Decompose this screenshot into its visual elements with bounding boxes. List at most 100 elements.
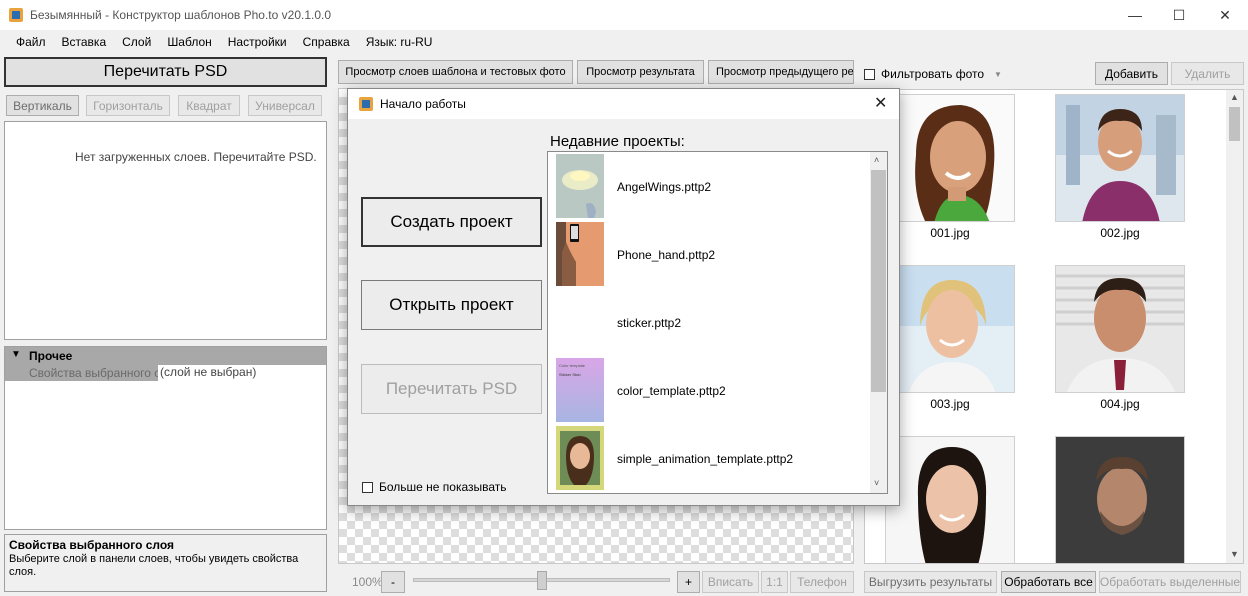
title-bar: Безымянный - Конструктор шаблонов Pho.to…	[0, 0, 1248, 30]
menu-language[interactable]: Язык: ru-RU	[358, 35, 441, 49]
export-results-button[interactable]: Выгрузить результаты	[864, 571, 997, 593]
help-box: Свойства выбранного слоя Выберите слой в…	[4, 534, 327, 592]
photo-thumbnail	[885, 94, 1015, 222]
recent-list-scrollbar[interactable]: ˄ ˅	[870, 152, 887, 493]
photo-thumbnail	[885, 265, 1015, 393]
maximize-button[interactable]: ☐	[1156, 0, 1202, 30]
menu-layer[interactable]: Слой	[114, 35, 159, 49]
photo-thumbnail	[1055, 94, 1185, 222]
recent-project-name: simple_animation_template.pttp2	[617, 452, 794, 466]
photo-list[interactable]: 001.jpg 002.jpg 003.jpg 004.jpg	[864, 89, 1244, 564]
menu-bar: Файл Вставка Слой Шаблон Настройки Справ…	[0, 30, 1248, 54]
recent-thumbnail	[556, 222, 604, 286]
scroll-down-icon[interactable]: ▼	[1230, 549, 1239, 559]
menu-help[interactable]: Справка	[295, 35, 358, 49]
zoom-out-button[interactable]: -	[381, 571, 405, 593]
process-selected-button[interactable]: Обработать выделенные	[1099, 571, 1241, 593]
tab-layers-preview[interactable]: Просмотр слоев шаблона и тестовых фото	[338, 60, 573, 84]
photo-item[interactable]	[885, 436, 1015, 563]
thumb-caption: Sticker Stub	[559, 372, 581, 377]
create-project-button[interactable]: Создать проект	[361, 197, 542, 247]
photo-item[interactable]: 001.jpg	[885, 94, 1015, 240]
photo-filename: 003.jpg	[930, 397, 970, 411]
dialog-reread-psd-button[interactable]: Перечитать PSD	[361, 364, 542, 414]
collapse-icon: ▼	[11, 349, 21, 360]
dialog-close-icon[interactable]: ✕	[874, 93, 887, 113]
add-photo-button[interactable]: Добавить	[1095, 62, 1168, 85]
menu-settings[interactable]: Настройки	[220, 35, 295, 49]
menu-insert[interactable]: Вставка	[54, 35, 115, 49]
photo-item[interactable]: 004.jpg	[1055, 265, 1185, 411]
props-group-header[interactable]: ▼ Прочее	[5, 347, 326, 365]
universal-button[interactable]: Универсал	[248, 95, 322, 116]
dialog-title: Начало работы	[380, 97, 466, 111]
recent-project-name: sticker.pttp2	[617, 316, 682, 330]
photo-thumbnail	[1055, 265, 1185, 393]
minimize-icon: —	[1128, 7, 1142, 23]
layers-panel[interactable]: Нет загруженных слоев. Перечитайте PSD.	[4, 121, 327, 340]
scroll-up-icon[interactable]: ▲	[1230, 92, 1239, 102]
remove-photo-button[interactable]: Удалить	[1171, 62, 1244, 85]
recent-project-item[interactable]: sticker.pttp2	[556, 290, 866, 356]
recent-thumbnail	[556, 426, 604, 490]
props-row-value[interactable]: (слой не выбран)	[158, 365, 326, 381]
scroll-up-icon[interactable]: ˄	[874, 155, 879, 165]
photo-thumbnail	[1055, 436, 1185, 563]
recent-project-item[interactable]: Phone_hand.pttp2	[556, 222, 866, 288]
fit-button[interactable]: Вписать	[702, 571, 759, 593]
recent-project-item[interactable]: Color template Sticker Stub color_templa…	[556, 358, 866, 424]
properties-grid[interactable]: ▼ Прочее Свойства выбранного сл (слой не…	[4, 346, 327, 530]
recent-thumbnail	[556, 290, 604, 354]
close-icon: ✕	[1219, 6, 1231, 23]
scroll-thumb[interactable]	[871, 170, 886, 392]
filter-checkbox[interactable]	[864, 68, 875, 80]
dont-show-again-toggle[interactable]: Больше не показывать	[362, 480, 507, 494]
thumb-caption: Color template	[559, 363, 586, 368]
close-button[interactable]: ✕	[1202, 0, 1248, 30]
recent-project-item[interactable]: AngelWings.pttp2	[556, 154, 866, 220]
help-text: Выберите слой в панели слоев, чтобы увид…	[9, 553, 299, 578]
dont-show-checkbox[interactable]	[362, 481, 373, 493]
recent-projects-list[interactable]: AngelWings.pttp2 Phone_hand.pttp2 sticke…	[547, 151, 888, 494]
menu-template[interactable]: Шаблон	[159, 35, 219, 49]
maximize-icon: ☐	[1172, 6, 1186, 23]
recent-project-item[interactable]: simple_animation_template.pttp2	[556, 426, 866, 492]
phone-button[interactable]: Телефон	[790, 571, 854, 593]
filter-label: Фильтровать фото	[881, 67, 985, 81]
square-button[interactable]: Квадрат	[178, 95, 240, 116]
dialog-app-icon	[358, 96, 374, 112]
dialog-title-bar: Начало работы ✕	[348, 89, 899, 119]
recent-thumbnail	[556, 154, 604, 218]
vertical-button[interactable]: Вертикаль	[6, 95, 79, 116]
reread-psd-button[interactable]: Перечитать PSD	[4, 57, 327, 87]
recent-projects-label: Недавние проекты:	[550, 133, 685, 150]
photo-list-scrollbar[interactable]: ▲ ▼	[1226, 90, 1243, 563]
recent-project-name: Phone_hand.pttp2	[617, 248, 716, 262]
zoom-in-button[interactable]: +	[677, 571, 700, 593]
process-all-button[interactable]: Обработать все	[1001, 571, 1096, 593]
photo-item[interactable]	[1055, 436, 1185, 563]
filter-photos-toggle[interactable]: Фильтровать фото ▼	[864, 67, 1002, 81]
recent-thumbnail: Color template Sticker Stub	[556, 358, 604, 422]
minimize-button[interactable]: —	[1112, 0, 1158, 30]
actual-size-button[interactable]: 1:1	[761, 571, 788, 593]
scroll-down-icon[interactable]: ˅	[874, 478, 879, 488]
tab-result-preview[interactable]: Просмотр результата	[577, 60, 704, 84]
zoom-slider-handle[interactable]	[536, 571, 547, 590]
recent-project-name: AngelWings.pttp2	[617, 180, 712, 194]
photo-item[interactable]: 003.jpg	[885, 265, 1015, 411]
menu-file[interactable]: Файл	[8, 35, 54, 49]
props-group-label: Прочее	[29, 349, 73, 363]
photo-item[interactable]: 002.jpg	[1055, 94, 1185, 240]
photo-filename: 001.jpg	[930, 226, 970, 240]
props-row[interactable]: Свойства выбранного сл (слой не выбран)	[5, 365, 326, 381]
dropdown-icon[interactable]: ▼	[994, 70, 1002, 79]
tab-previous-preview[interactable]: Просмотр предыдущего ре	[708, 60, 854, 84]
no-layers-message: Нет загруженных слоев. Перечитайте PSD.	[75, 150, 317, 164]
horizontal-button[interactable]: Горизонталь	[86, 95, 170, 116]
open-project-button[interactable]: Открыть проект	[361, 280, 542, 330]
window-title: Безымянный - Конструктор шаблонов Pho.to…	[30, 8, 332, 22]
photo-filename: 004.jpg	[1100, 397, 1140, 411]
photo-filename: 002.jpg	[1100, 226, 1140, 240]
scroll-thumb[interactable]	[1229, 107, 1240, 141]
